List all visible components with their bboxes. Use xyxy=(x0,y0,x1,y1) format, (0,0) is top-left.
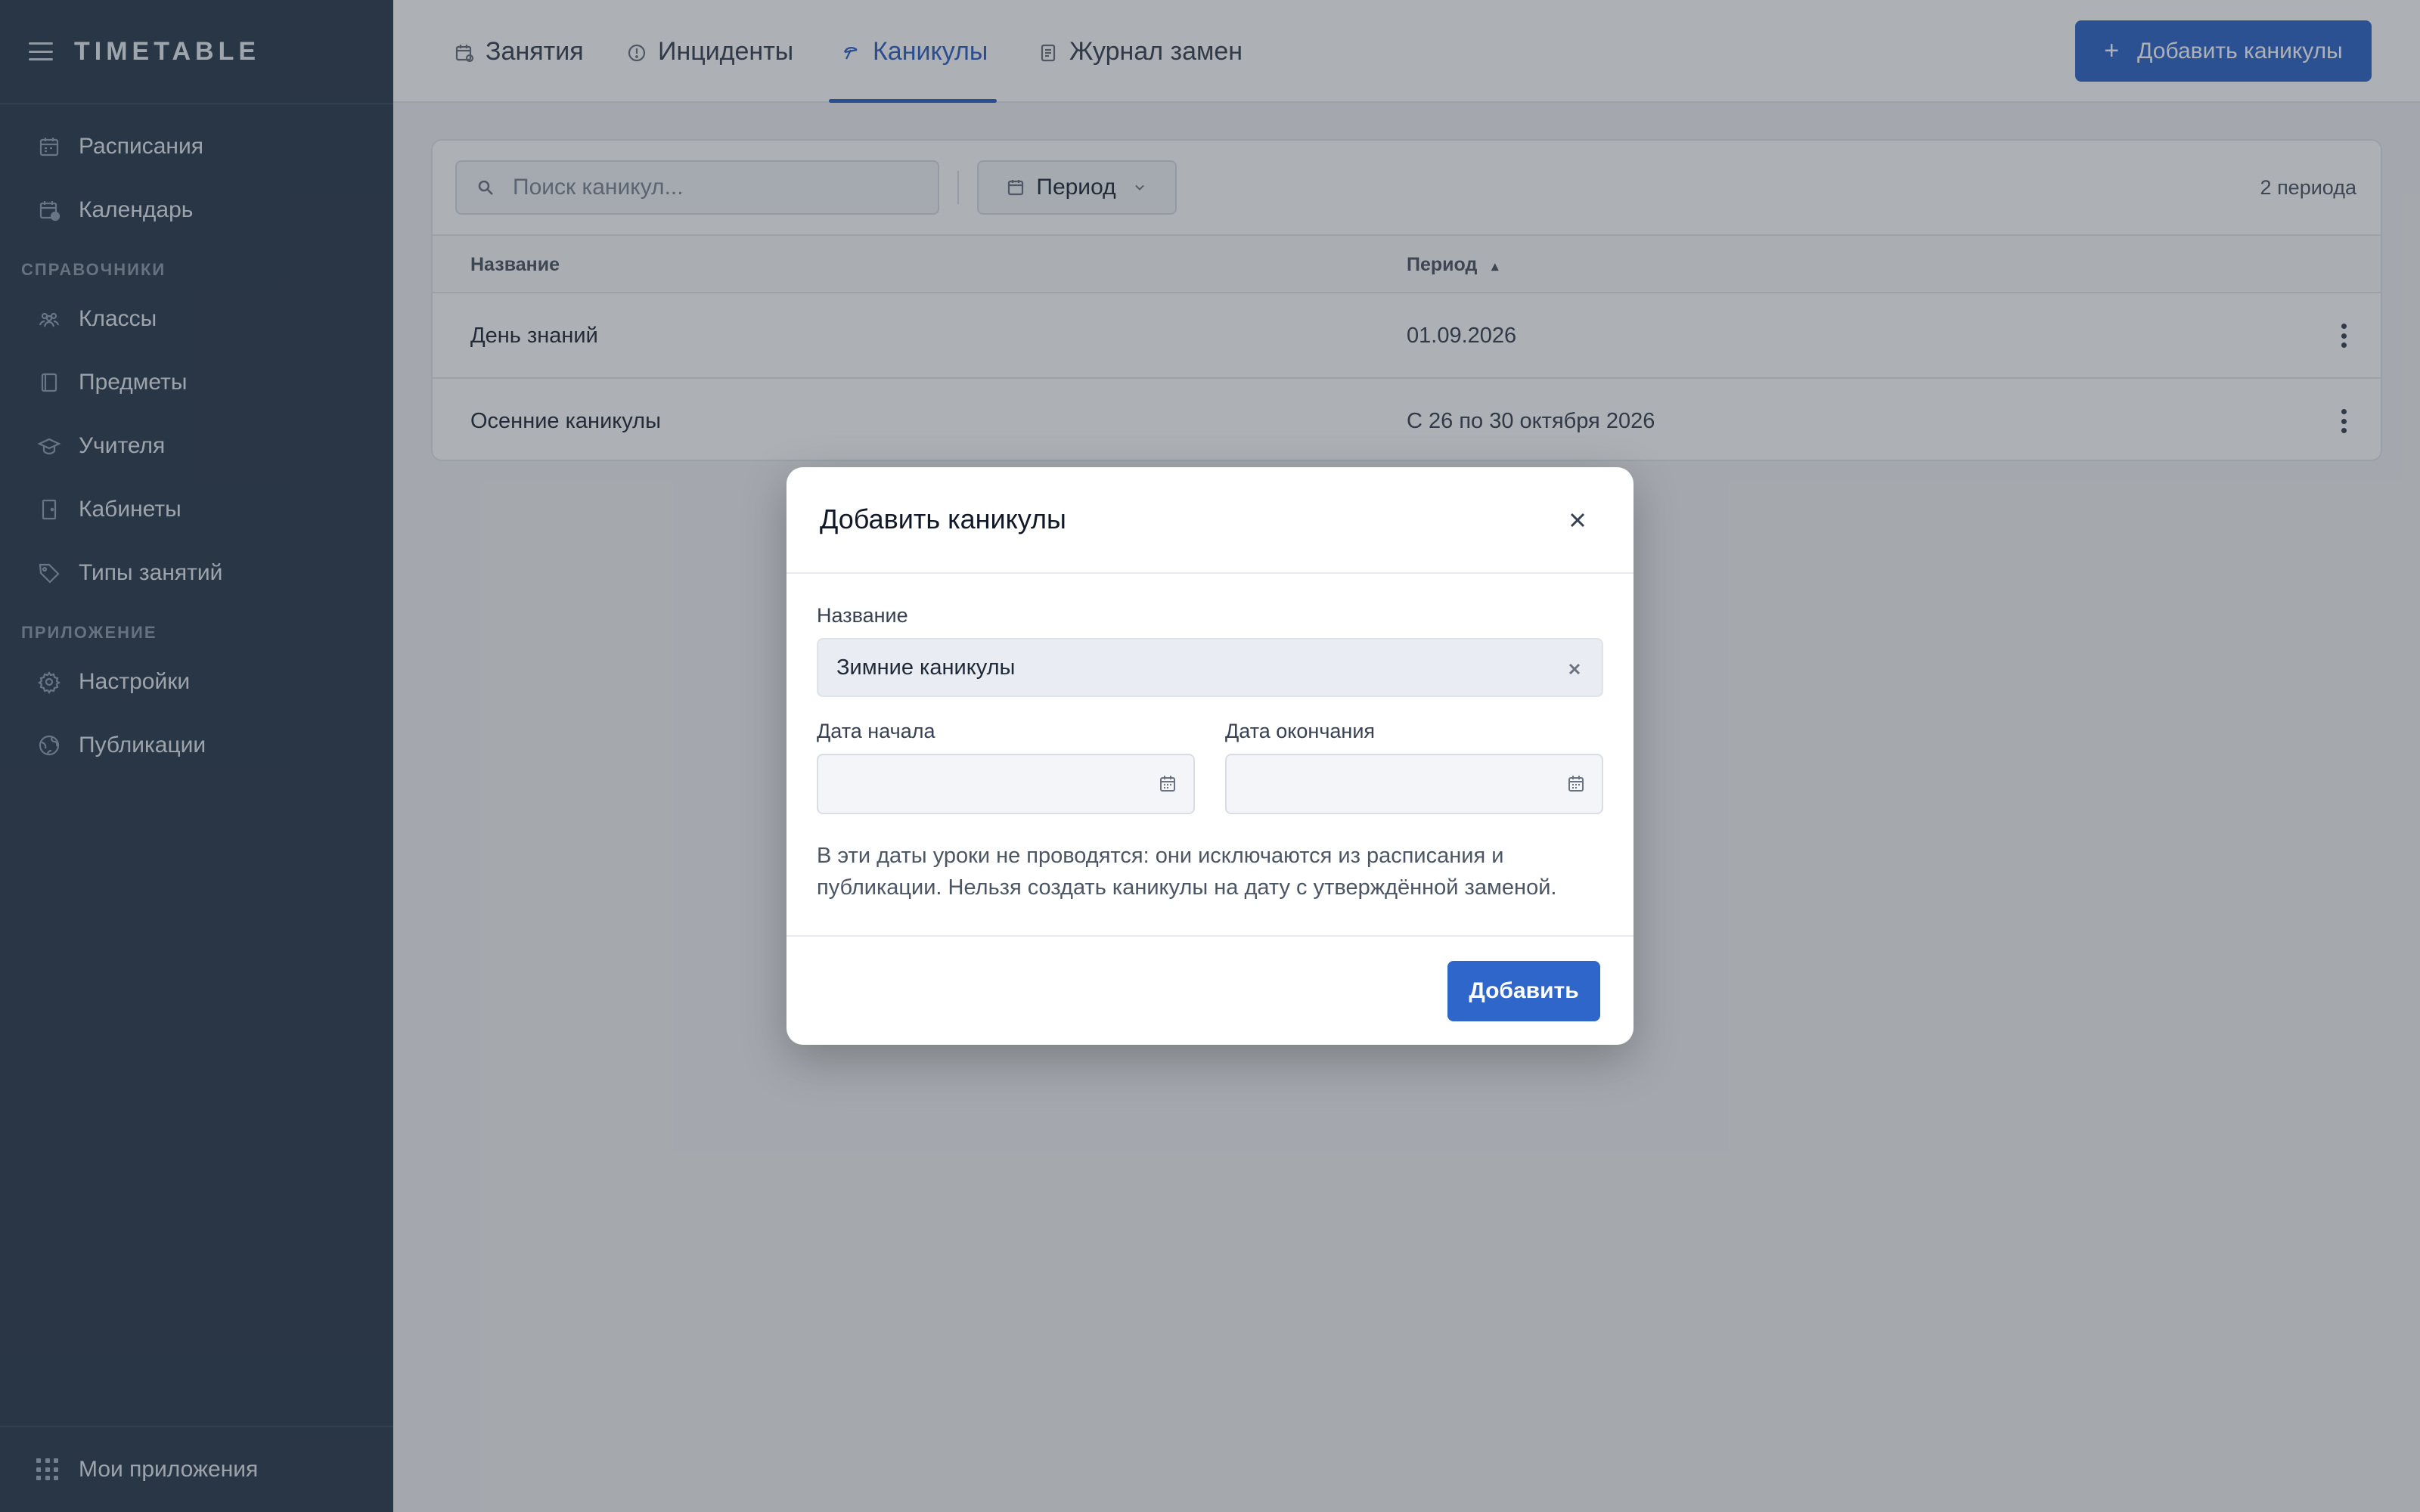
date-range-row: Дата начала Дата окончания xyxy=(817,720,1603,814)
end-date-group: Дата окончания xyxy=(1225,720,1603,814)
end-date-label: Дата окончания xyxy=(1225,720,1376,742)
start-date-label: Дата начала xyxy=(817,720,935,742)
close-button[interactable] xyxy=(1564,507,1591,534)
submit-button[interactable]: Добавить xyxy=(1447,961,1600,1021)
start-date-field[interactable] xyxy=(817,754,1195,814)
name-field[interactable]: Зимние каникулы xyxy=(817,638,1603,697)
start-date-group: Дата начала xyxy=(817,720,1195,814)
dialog-title: Добавить каникулы xyxy=(820,503,1066,534)
add-holidays-dialog: Добавить каникулы Название Зимние канику… xyxy=(786,467,1634,1045)
clear-input-icon[interactable] xyxy=(1565,659,1584,677)
dialog-body: Название Зимние каникулы Дата начала Дат… xyxy=(786,574,1634,935)
name-field-label: Название xyxy=(817,604,908,627)
dialog-footer: Добавить xyxy=(786,935,1634,1045)
calendar-icon[interactable] xyxy=(1157,773,1178,795)
close-icon xyxy=(1570,513,1585,528)
end-date-field[interactable] xyxy=(1225,754,1603,814)
name-field-value: Зимние каникулы xyxy=(836,655,1016,680)
calendar-icon[interactable] xyxy=(1565,773,1587,795)
dialog-header: Добавить каникулы xyxy=(786,467,1634,574)
dialog-hint-text: В эти даты уроки не проводятся: они искл… xyxy=(817,844,1557,900)
